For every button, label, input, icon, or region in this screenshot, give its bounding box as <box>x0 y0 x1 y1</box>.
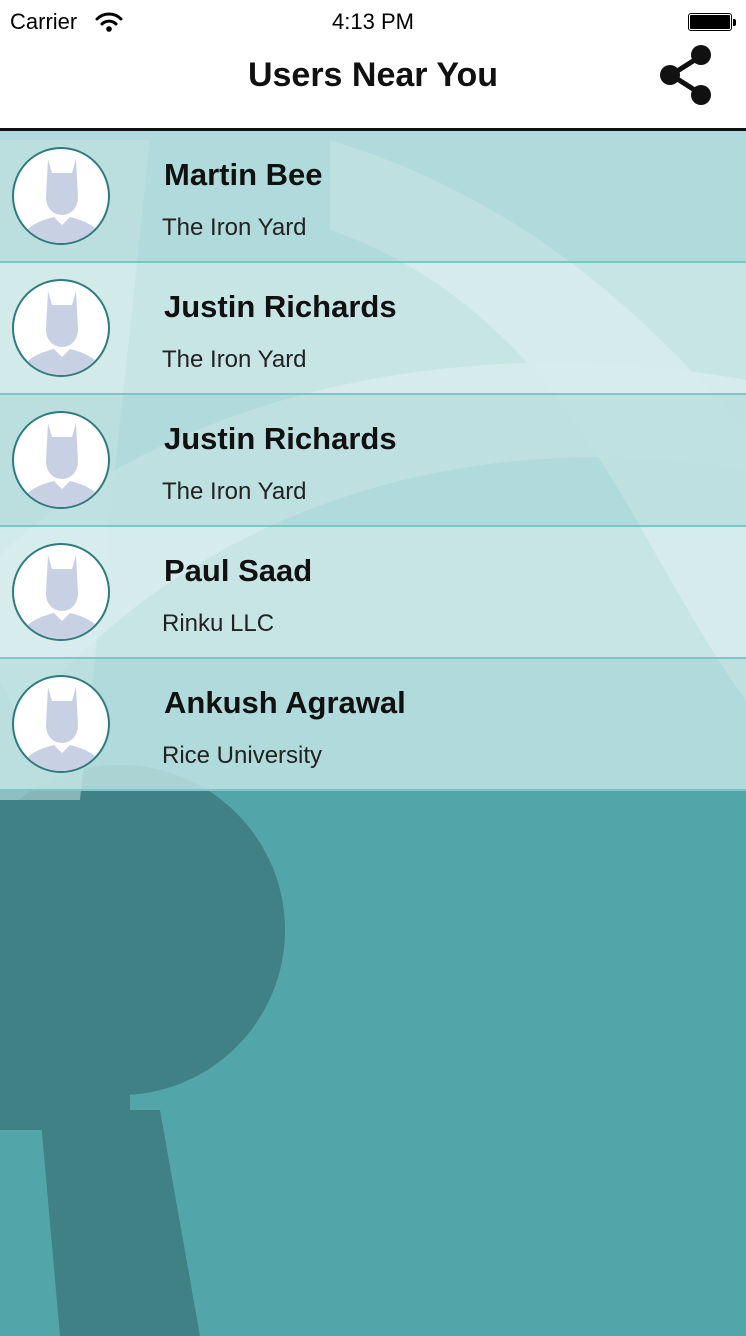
user-silhouette-icon <box>20 159 104 243</box>
user-silhouette-icon <box>20 687 104 771</box>
users-list: Martin Bee The Iron Yard Justin Richards… <box>0 131 746 791</box>
user-silhouette-icon <box>20 423 104 507</box>
top-bar: Carrier 4:13 PM Users Near You <box>0 0 746 131</box>
avatar <box>12 147 110 245</box>
user-name: Martin Bee <box>164 157 323 192</box>
user-name: Justin Richards <box>164 421 397 456</box>
user-company: The Iron Yard <box>162 346 307 373</box>
user-company: The Iron Yard <box>162 478 307 505</box>
user-company: Rinku LLC <box>162 610 275 637</box>
user-silhouette-icon <box>20 291 104 375</box>
avatar <box>12 543 110 641</box>
user-row[interactable]: Paul Saad Rinku LLC <box>0 527 746 659</box>
user-company: The Iron Yard <box>162 214 307 241</box>
user-name: Paul Saad <box>164 553 313 588</box>
page-title: Users Near You <box>247 56 499 94</box>
user-row[interactable]: Justin Richards The Iron Yard <box>0 395 746 527</box>
avatar <box>12 675 110 773</box>
user-name: Ankush Agrawal <box>164 685 406 720</box>
status-time: 4:13 PM <box>332 9 414 34</box>
avatar <box>12 411 110 509</box>
status-bar: Carrier 4:13 PM <box>0 0 746 44</box>
user-name: Justin Richards <box>164 289 397 324</box>
user-row[interactable]: Justin Richards The Iron Yard <box>0 263 746 395</box>
share-button[interactable] <box>652 40 718 110</box>
user-row[interactable]: Ankush Agrawal Rice University <box>0 659 746 791</box>
battery-icon <box>688 13 736 31</box>
user-silhouette-icon <box>20 555 104 639</box>
user-row[interactable]: Martin Bee The Iron Yard <box>0 131 746 263</box>
avatar <box>12 279 110 377</box>
share-icon <box>660 45 711 105</box>
user-company: Rice University <box>162 742 323 769</box>
